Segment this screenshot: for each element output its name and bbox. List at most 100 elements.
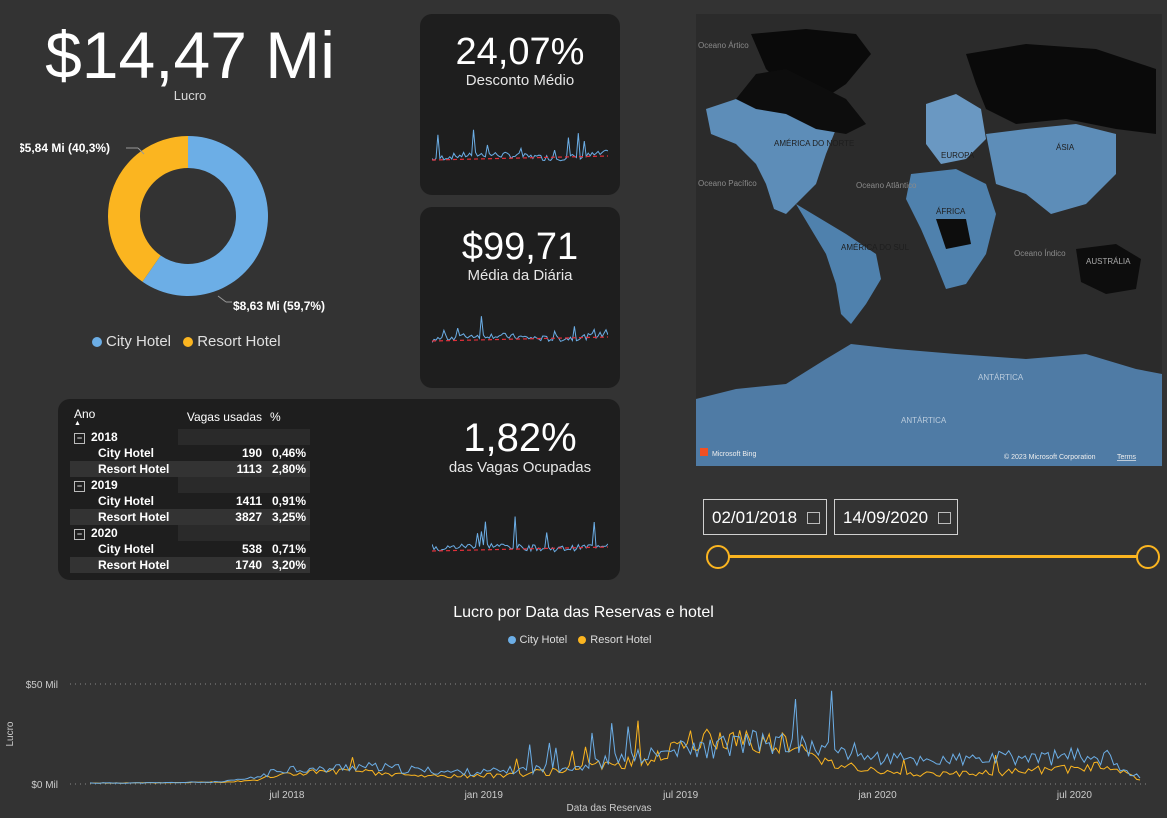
kpi-lucro-value: $14,47 Mi [45,18,335,92]
row-vagas: 538 [241,542,262,556]
row-hotel: City Hotel [98,446,155,460]
donut-svg: $5,84 Mi (40,3%) $8,63 Mi (59,7%) [18,136,325,313]
collapse-icon[interactable]: − [74,529,85,540]
map-label-africa: ÁFRICA [936,207,966,216]
collapse-icon[interactable]: − [74,481,85,492]
world-map[interactable]: Oceano Ártico AMÉRICA DO NORTE EUROPA ÁS… [696,14,1162,466]
card-desconto: 24,07% Desconto Médio [420,14,620,195]
collapse-icon[interactable]: − [74,433,85,444]
date-slider-end-handle[interactable] [1136,545,1160,569]
row-vagas: 1411 [235,494,262,508]
vagas-matrix: Ano ▲ Vagas usadas % −2018 City Hotel 190 0,… [70,405,310,573]
map-label-asia: ÁSIA [1056,143,1075,152]
map-label-north-america: AMÉRICA DO NORTE [774,139,854,148]
x-tick-label: jan 2020 [857,790,897,801]
table-row: Resort Hotel 1113 2,80% [70,461,310,477]
map-label-atlantic: Oceano Atlântico [856,181,917,190]
y-axis-label: Lucro [5,721,16,746]
group-year[interactable]: −2020 [70,525,178,541]
x-tick-label: jan 2019 [464,790,504,801]
date-slider-track[interactable] [716,555,1148,558]
card-vagas: Ano ▲ Vagas usadas % −2018 City Hotel 190 0,… [58,399,620,580]
row-pct: 0,46% [271,446,306,460]
card-desconto-label: Desconto Médio [465,72,575,89]
x-axis-label: Data das Reservas [566,803,651,814]
row-vagas: 3827 [178,509,266,525]
table-row: Resort Hotel 3827 3,25% [70,509,310,525]
sparkline-series [432,516,608,553]
date-end-value: 14/09/2020 [843,508,929,527]
card-diaria: $99,71 Média da Diária [420,207,620,388]
group-year[interactable]: −2018 [70,429,178,445]
y-tick-label: $50 Mil [26,680,58,691]
lucro-line-chart: Lucro por Data das Reservas e hotel City… [0,598,1167,818]
map-attribution: © 2023 Microsoft Corporation [1004,453,1096,461]
donut-legend: City Hotel Resort Hotel [92,333,289,351]
vagas-kpi: 1,82% das Vagas Ocupadas [420,417,620,476]
legend-resort[interactable]: Resort Hotel [183,333,281,350]
bing-logo-icon [700,448,708,456]
calendar-icon[interactable] [807,512,820,524]
table-row: City Hotel 538 0,71% [70,541,310,557]
card-desconto-sparkline [432,129,608,162]
row-hotel: City Hotel [98,542,155,556]
row-hotel: City Hotel [98,494,155,508]
map-label-pacific: Oceano Pacífico [698,179,757,188]
legend-resort-dot [183,336,194,347]
table-group-row[interactable]: −2020 [70,525,310,541]
legend-city-dot [92,336,102,347]
map-label-indian: Oceano Índico [1014,249,1066,258]
x-tick-label: jul 2019 [662,790,698,801]
date-end-input[interactable]: 14/09/2020 [834,499,958,535]
donut-chart: $5,84 Mi (40,3%) $8,63 Mi (59,7%) City H… [18,130,400,360]
row-pct: 3,20% [266,557,310,573]
donut-label-resort: $5,84 Mi (40,3%) [20,141,110,155]
map-label-south-america: AMÉRICA DO SUL [841,243,910,252]
card-diaria-sparkline [432,316,608,343]
group-year[interactable]: −2019 [70,477,178,493]
row-pct: 2,80% [266,461,310,477]
kpi-lucro-card: $14,47 Mi Lucro [40,18,340,103]
legend-resort-label: Resort Hotel [197,333,281,350]
sparkline-series [432,316,608,343]
table-row: Resort Hotel 1740 3,20% [70,557,310,573]
line-chart-svg: $0 Mil $50 Mil jul 2018 jan 2019 jul 2019 jan… [5,680,1150,814]
map-label-australia: AUSTRÁLIA [1086,257,1131,266]
legend-city[interactable]: City Hotel [92,333,171,350]
row-hotel: Resort Hotel [70,509,178,525]
map-label-antarctica-1: ANTÁRTICA [978,373,1024,382]
legend-city-label: City Hotel [106,333,172,350]
calendar-icon[interactable] [938,512,951,524]
date-start-input[interactable]: 02/01/2018 [703,499,827,535]
map-label-antarctica-2: ANTÁRTICA [901,416,947,425]
row-vagas: 1113 [178,461,266,477]
y-tick-label: $0 Mil [31,780,58,791]
row-vagas: 190 [241,446,262,460]
map-label-europe: EUROPA [941,151,975,160]
bing-label: Microsoft Bing [712,451,756,458]
sparkline-trend [432,336,608,342]
row-pct: 0,91% [271,494,306,508]
card-diaria-label: Média da Diária [467,267,573,284]
table-group-row[interactable]: −2018 [70,429,310,445]
date-start-value: 02/01/2018 [712,508,798,527]
card-desconto-value: 24,07% [455,31,585,73]
row-hotel: Resort Hotel [70,557,178,573]
series-line-city[interactable] [89,690,1141,784]
table-row: City Hotel 1411 0,91% [70,493,310,509]
header-pct[interactable]: % [266,405,310,429]
row-vagas: 1740 [178,557,266,573]
table-group-row[interactable]: −2019 [70,477,310,493]
card-vagas-sparkline [432,516,608,553]
card-diaria-value: $99,71 [461,226,579,268]
x-tick-label: jul 2018 [268,790,304,801]
donut-label-city: $8,63 Mi (59,7%) [233,299,325,313]
header-ano[interactable]: Ano ▲ [70,405,178,429]
row-pct: 3,25% [266,509,310,525]
donut-slice-resort[interactable] [108,136,188,282]
date-slider-start-handle[interactable] [706,545,730,569]
map-terms-link[interactable]: Terms [1117,454,1137,461]
header-vagas[interactable]: Vagas usadas [178,405,266,429]
card-vagas-value: 1,82% [463,416,577,460]
card-vagas-label: das Vagas Ocupadas [448,459,592,476]
